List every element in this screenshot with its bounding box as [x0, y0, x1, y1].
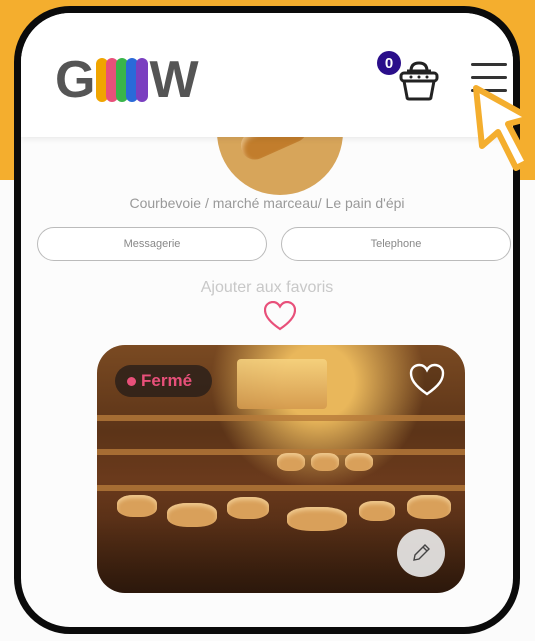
add-favorites-label[interactable]: Ajouter aux favoris — [21, 279, 513, 297]
bread-loaf — [117, 495, 157, 517]
heart-icon[interactable] — [409, 363, 445, 397]
heart-icon[interactable] — [263, 300, 297, 331]
pointer-cursor-icon — [470, 84, 535, 194]
pencil-icon — [413, 544, 430, 561]
bread-loaf — [311, 453, 339, 471]
status-dot — [127, 377, 136, 386]
store-photo-card[interactable]: Fermé — [97, 345, 465, 593]
status-badge: Fermé — [115, 365, 213, 397]
bread-loaf — [287, 507, 347, 531]
phone-frame: G W 0 Courbevoie / marché marceau/ Le pa… — [14, 6, 520, 634]
bread-loaf — [167, 503, 217, 527]
store-address: Courbevoie / marché marceau/ Le pain d'é… — [129, 195, 405, 211]
app-header: G W 0 — [21, 13, 513, 137]
edit-button[interactable] — [397, 529, 445, 577]
shop-window-light — [237, 359, 327, 409]
shelf — [97, 485, 465, 491]
shelf — [97, 415, 465, 421]
bread-loaf — [277, 453, 305, 471]
bread-loaf — [359, 501, 395, 521]
bread-loaf — [227, 497, 269, 519]
bread-loaf — [407, 495, 451, 519]
phone-button[interactable]: Telephone — [281, 227, 511, 261]
logo-letter-w: W — [149, 51, 199, 109]
messaging-button[interactable]: Messagerie — [37, 227, 267, 261]
basket-icon[interactable] — [395, 57, 443, 105]
logo-letter-g: G — [55, 51, 96, 109]
goow-logo[interactable]: G W — [55, 51, 199, 109]
logo-colored-oo — [96, 58, 149, 102]
status-text: Fermé — [141, 371, 193, 390]
bread-loaf — [345, 453, 373, 471]
